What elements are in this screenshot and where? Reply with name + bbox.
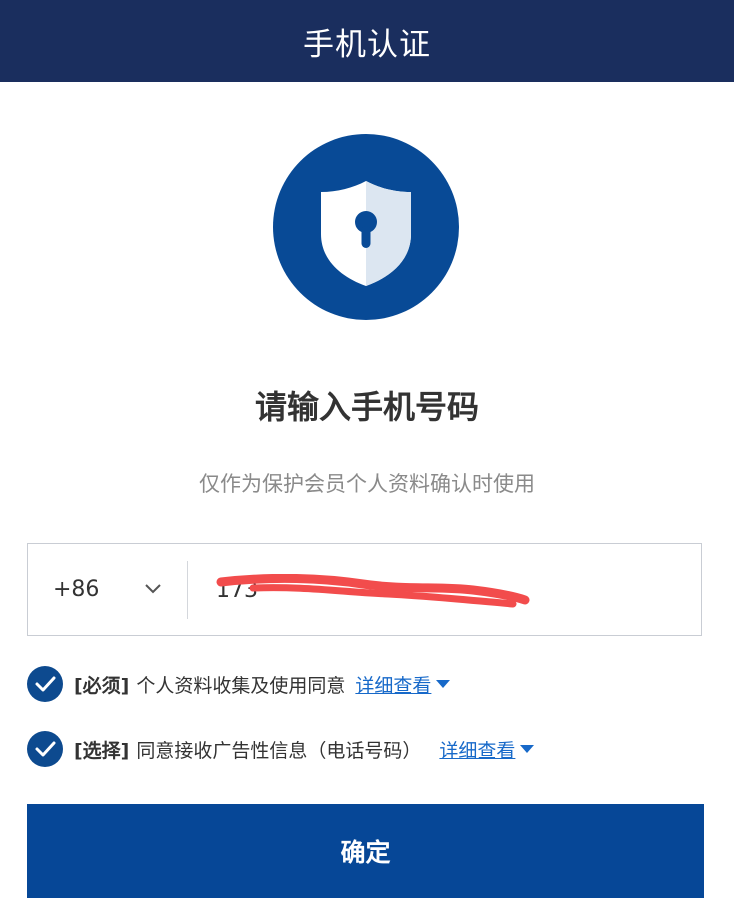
consent-optional-row: [选择] 同意接收广告性信息（电话号码） 详细查看 — [27, 729, 535, 769]
page-title: 请输入手机号码 — [254, 388, 479, 426]
country-code-value: +86 — [53, 577, 100, 602]
consent-required-checkbox[interactable] — [27, 666, 63, 702]
consent-required-row: [必须] 个人资料收集及使用同意 详细查看 — [27, 664, 451, 704]
consent-optional-checkbox[interactable] — [27, 731, 63, 767]
caret-down-icon[interactable] — [520, 745, 535, 753]
checkmark-icon — [35, 741, 56, 757]
detail-link[interactable]: 详细查看 — [439, 736, 515, 763]
header-title: 手机认证 — [303, 26, 431, 63]
phone-number-input[interactable] — [214, 564, 688, 616]
country-code-select[interactable]: +86 — [28, 544, 188, 635]
consent-text: 个人资料收集及使用同意 — [136, 674, 346, 697]
consent-tag: [选择] — [74, 739, 130, 762]
page-subtitle: 仅作为保护会员个人资料确认时使用 — [199, 472, 535, 496]
confirm-button[interactable]: 确定 — [27, 804, 704, 898]
chevron-down-icon — [143, 581, 163, 600]
caret-down-icon[interactable] — [436, 680, 451, 688]
checkmark-icon — [35, 676, 56, 692]
phone-input-group: +86 — [27, 543, 702, 636]
detail-link[interactable]: 详细查看 — [355, 671, 431, 698]
consent-text: 同意接收广告性信息（电话号码） — [136, 739, 422, 762]
consent-tag: [必须] — [74, 674, 130, 697]
shield-keyhole-icon — [273, 134, 459, 320]
app-header: 手机认证 — [0, 0, 734, 82]
input-divider — [187, 561, 188, 619]
